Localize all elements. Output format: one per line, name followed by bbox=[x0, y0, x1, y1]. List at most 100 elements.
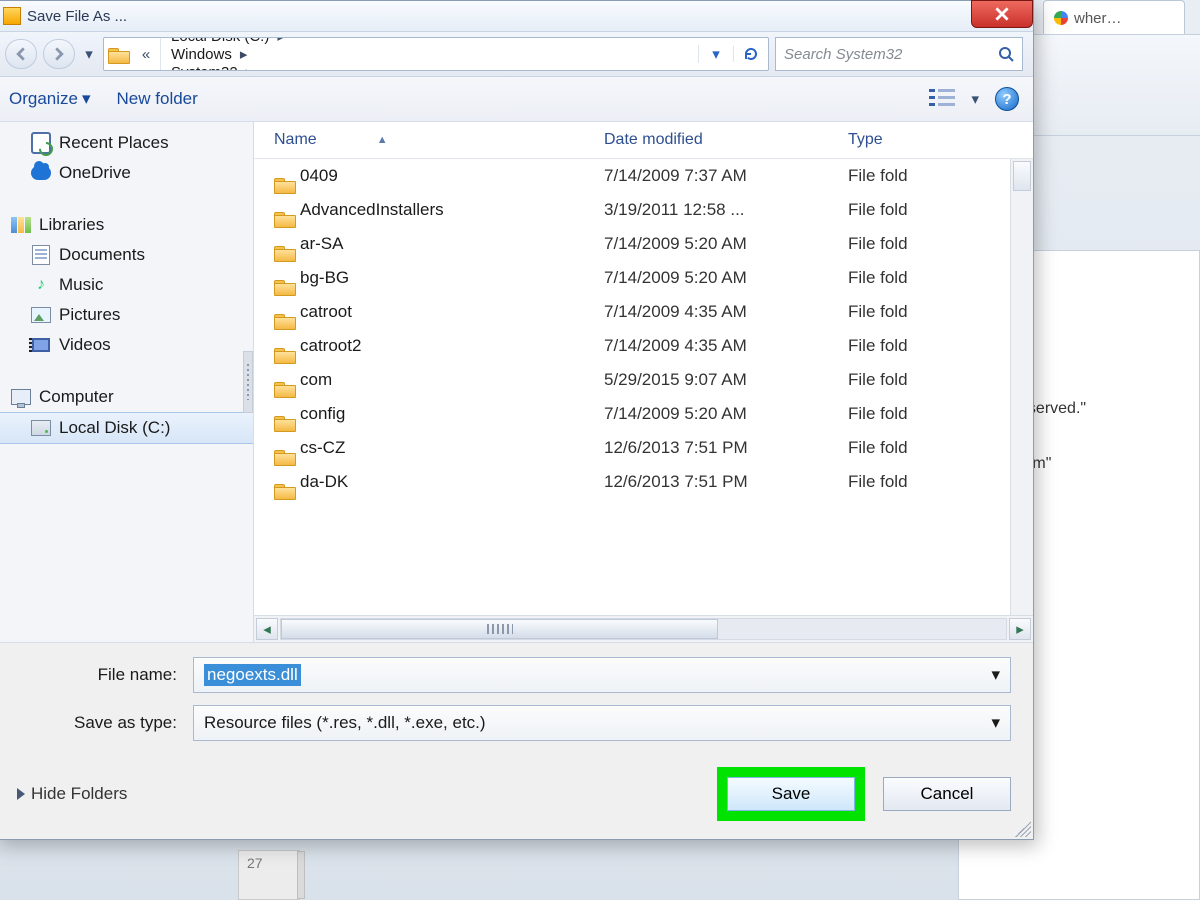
file-row[interactable]: catroot27/14/2009 4:35 AMFile fold bbox=[254, 329, 1010, 363]
pictures-icon bbox=[31, 306, 51, 324]
horizontal-scrollbar[interactable]: ◂ ▸ bbox=[254, 615, 1033, 642]
saveastype-value: Resource files (*.res, *.dll, *.exe, etc… bbox=[204, 713, 486, 733]
sidebar-group-libraries[interactable]: Libraries bbox=[0, 210, 253, 240]
file-name: AdvancedInstallers bbox=[300, 200, 604, 220]
breadcrumb-segment[interactable]: Local Disk (C:)▸ bbox=[161, 37, 295, 45]
nav-back-button[interactable] bbox=[5, 39, 37, 69]
sidebar-item-onedrive[interactable]: OneDrive bbox=[0, 158, 253, 188]
chrome-icon bbox=[1054, 11, 1068, 25]
scroll-track[interactable] bbox=[280, 618, 1007, 640]
chevron-down-icon: ▾ bbox=[82, 89, 91, 109]
file-row[interactable]: catroot7/14/2009 4:35 AMFile fold bbox=[254, 295, 1010, 329]
sidebar-item-recent[interactable]: Recent Places bbox=[0, 128, 253, 158]
address-bar[interactable]: « Local Disk (C:)▸Windows▸System32▸ ▾ bbox=[103, 37, 769, 71]
computer-icon bbox=[11, 388, 31, 406]
save-label: Save bbox=[772, 784, 811, 804]
file-row[interactable]: config7/14/2009 5:20 AMFile fold bbox=[254, 397, 1010, 431]
save-button[interactable]: Save bbox=[727, 777, 855, 811]
sidebar-group-computer[interactable]: Computer bbox=[0, 382, 253, 412]
file-date: 7/14/2009 5:20 AM bbox=[604, 268, 848, 288]
sidebar-item-music[interactable]: ♪ Music bbox=[0, 270, 253, 300]
chevron-right-icon: ▸ bbox=[240, 45, 248, 63]
sidebar-resize-handle[interactable] bbox=[243, 351, 253, 413]
scroll-left-button[interactable]: ◂ bbox=[256, 618, 278, 640]
close-icon bbox=[995, 7, 1009, 21]
file-date: 7/14/2009 7:37 AM bbox=[604, 166, 848, 186]
view-options-button[interactable] bbox=[929, 89, 955, 109]
search-icon bbox=[998, 46, 1014, 62]
resize-grip[interactable] bbox=[1015, 821, 1031, 837]
sidebar-item-videos[interactable]: Videos bbox=[0, 330, 253, 360]
refresh-button[interactable] bbox=[733, 46, 768, 62]
scroll-right-button[interactable]: ▸ bbox=[1009, 618, 1031, 640]
search-input[interactable]: Search System32 bbox=[775, 37, 1023, 71]
breadcrumb-segment[interactable]: System32▸ bbox=[161, 63, 295, 71]
file-row[interactable]: cs-CZ12/6/2013 7:51 PMFile fold bbox=[254, 431, 1010, 465]
chevron-down-icon[interactable]: ▾ bbox=[991, 713, 1000, 733]
folder-icon bbox=[104, 38, 132, 70]
sidebar-item-label: Documents bbox=[59, 245, 145, 265]
file-row[interactable]: com5/29/2015 9:07 AMFile fold bbox=[254, 363, 1010, 397]
new-folder-button[interactable]: New folder bbox=[117, 89, 198, 109]
sidebar-item-documents[interactable]: Documents bbox=[0, 240, 253, 270]
col-type[interactable]: Type bbox=[848, 131, 1033, 149]
file-type: File fold bbox=[848, 302, 1010, 322]
sidebar-item-pictures[interactable]: Pictures bbox=[0, 300, 253, 330]
file-list-pane: Name ▲ Date modified Type 04097/14/2009 … bbox=[254, 122, 1033, 642]
file-row[interactable]: 04097/14/2009 7:37 AMFile fold bbox=[254, 159, 1010, 193]
app-icon bbox=[3, 7, 21, 25]
newfolder-label: New folder bbox=[117, 89, 198, 109]
nav-history-dropdown[interactable]: ▾ bbox=[81, 39, 97, 69]
address-dropdown[interactable]: ▾ bbox=[698, 45, 733, 63]
file-type: File fold bbox=[848, 472, 1010, 492]
column-headers[interactable]: Name ▲ Date modified Type bbox=[254, 122, 1033, 159]
file-name: catroot bbox=[300, 302, 604, 322]
close-button[interactable] bbox=[971, 0, 1033, 28]
breadcrumb-segment[interactable]: Windows▸ bbox=[161, 45, 295, 63]
vertical-scrollbar[interactable] bbox=[1010, 159, 1033, 615]
file-row[interactable]: bg-BG7/14/2009 5:20 AMFile fold bbox=[254, 261, 1010, 295]
organize-label: Organize bbox=[9, 89, 78, 109]
file-name: com bbox=[300, 370, 604, 390]
refresh-icon bbox=[743, 46, 759, 62]
file-type: File fold bbox=[848, 404, 1010, 424]
sidebar-item-label: Recent Places bbox=[59, 133, 169, 153]
help-button[interactable]: ? bbox=[995, 87, 1019, 111]
toolbar: Organize ▾ New folder ▾ ? bbox=[0, 77, 1033, 122]
col-date[interactable]: Date modified bbox=[604, 131, 848, 149]
filename-input[interactable]: negoexts.dll ▾ bbox=[193, 657, 1011, 693]
chevron-down-icon[interactable]: ▾ bbox=[971, 90, 979, 108]
file-date: 5/29/2015 9:07 AM bbox=[604, 370, 848, 390]
background-browser-tab: wher… bbox=[1043, 0, 1185, 35]
file-date: 12/6/2013 7:51 PM bbox=[604, 438, 848, 458]
breadcrumb-overflow[interactable]: « bbox=[132, 38, 161, 70]
file-row[interactable]: AdvancedInstallers3/19/2011 12:58 ...Fil… bbox=[254, 193, 1010, 227]
arrow-left-icon bbox=[14, 47, 28, 61]
dialog-footer: File name: negoexts.dll ▾ Save as type: … bbox=[0, 642, 1033, 839]
hide-folders-toggle[interactable]: Hide Folders bbox=[17, 784, 127, 804]
chevron-down-icon[interactable]: ▾ bbox=[991, 665, 1000, 685]
file-type: File fold bbox=[848, 438, 1010, 458]
cancel-button[interactable]: Cancel bbox=[883, 777, 1011, 811]
libraries-icon bbox=[11, 216, 31, 234]
sort-ascending-icon: ▲ bbox=[377, 134, 388, 146]
nav-row: ▾ « Local Disk (C:)▸Windows▸System32▸ ▾ … bbox=[0, 32, 1033, 77]
videos-icon bbox=[31, 336, 51, 354]
saveastype-select[interactable]: Resource files (*.res, *.dll, *.exe, etc… bbox=[193, 705, 1011, 741]
file-name: bg-BG bbox=[300, 268, 604, 288]
col-name[interactable]: Name ▲ bbox=[274, 131, 604, 149]
file-row[interactable]: da-DK12/6/2013 7:51 PMFile fold bbox=[254, 465, 1010, 499]
nav-forward-button[interactable] bbox=[43, 39, 75, 69]
scrollbar-thumb[interactable] bbox=[1013, 161, 1031, 191]
chevron-right-icon: ▸ bbox=[246, 63, 254, 71]
organize-menu[interactable]: Organize ▾ bbox=[9, 89, 91, 109]
sidebar-item-label: OneDrive bbox=[59, 163, 131, 183]
file-date: 7/14/2009 5:20 AM bbox=[604, 234, 848, 254]
arrow-right-icon bbox=[52, 47, 66, 61]
titlebar[interactable]: Save File As ... bbox=[0, 1, 1033, 32]
sidebar-item-local-disk[interactable]: Local Disk (C:) bbox=[0, 412, 253, 444]
file-row[interactable]: ar-SA7/14/2009 5:20 AMFile fold bbox=[254, 227, 1010, 261]
file-rows: 04097/14/2009 7:37 AMFile foldAdvancedIn… bbox=[254, 159, 1010, 615]
file-type: File fold bbox=[848, 268, 1010, 288]
scrollbar-thumb[interactable] bbox=[281, 619, 718, 639]
